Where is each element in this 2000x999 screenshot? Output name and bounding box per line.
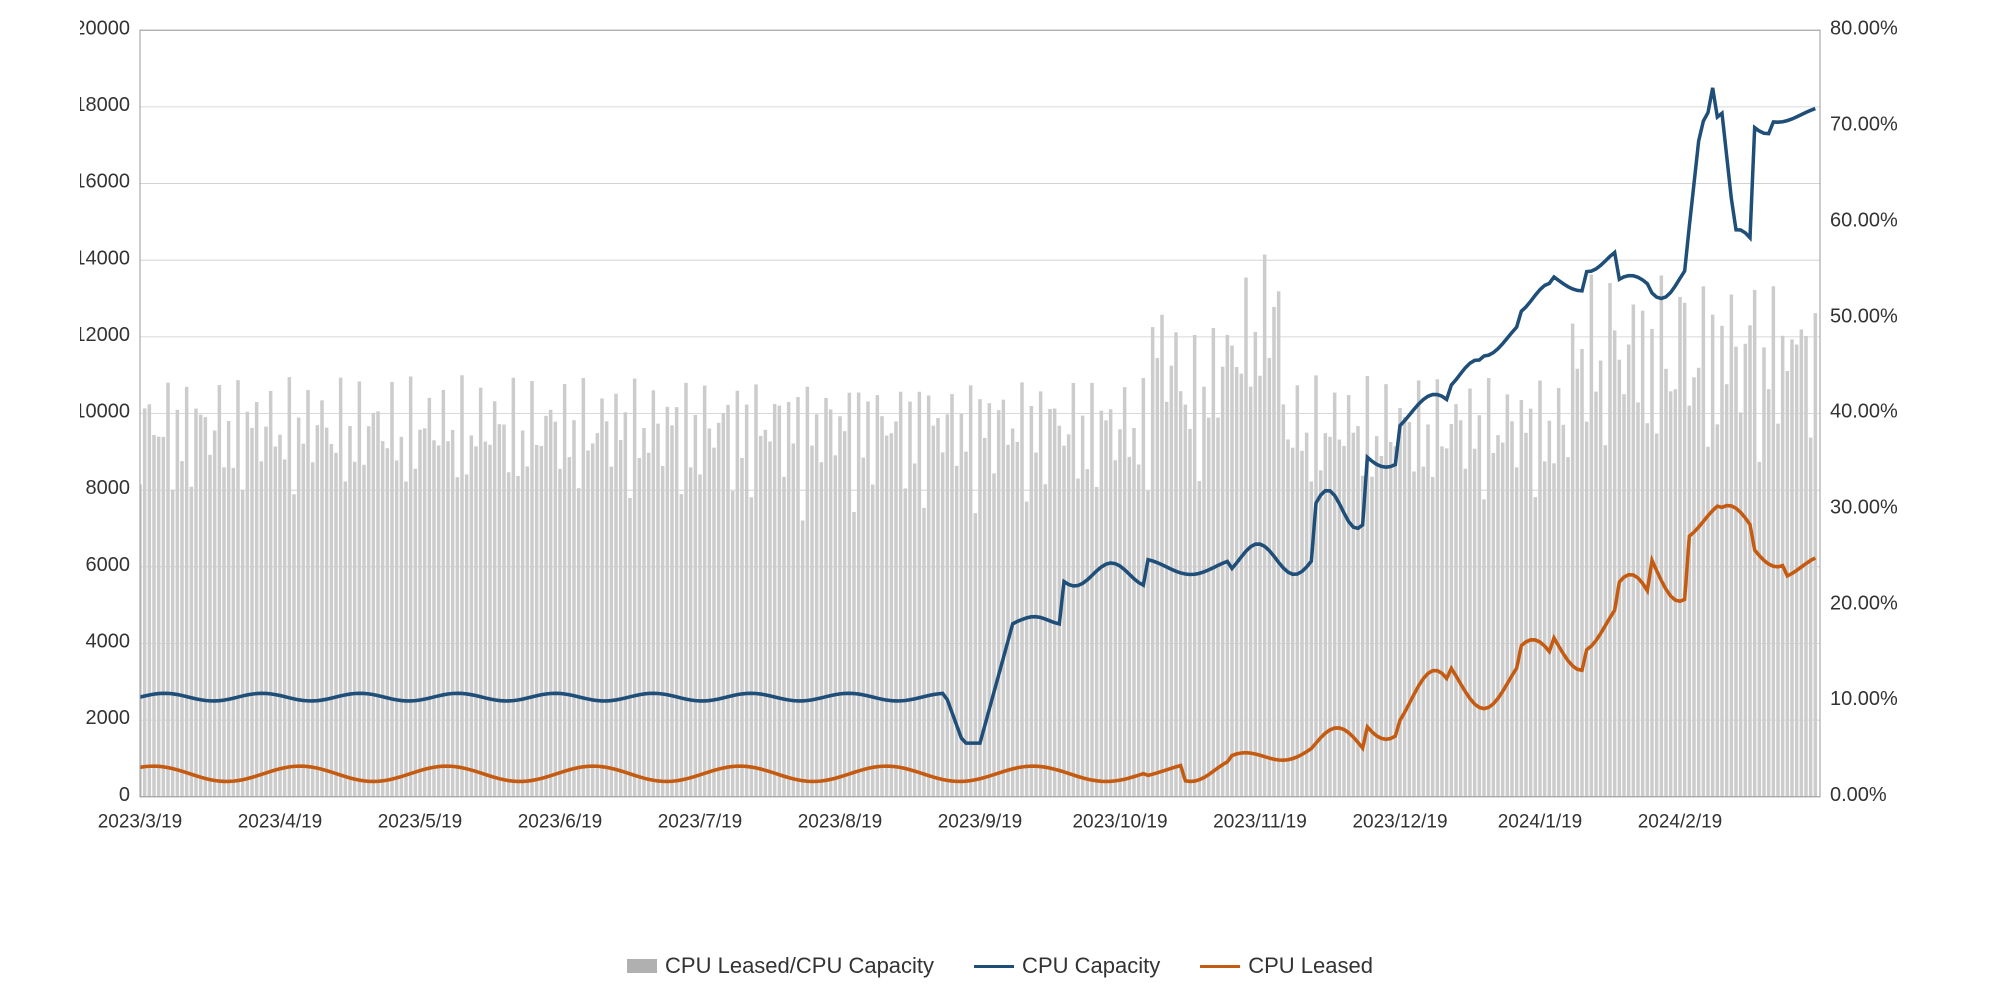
legend-item-leased: CPU Leased [1200, 953, 1373, 979]
legend-blue-icon [974, 965, 1014, 968]
svg-text:16000: 16000 [80, 170, 130, 192]
legend-capacity-label: CPU Capacity [1022, 953, 1160, 979]
svg-text:2023/9/19: 2023/9/19 [938, 811, 1022, 832]
svg-text:50.00%: 50.00% [1830, 305, 1898, 327]
svg-text:2023/11/19: 2023/11/19 [1213, 811, 1307, 832]
legend-bar-icon [627, 959, 657, 973]
svg-text:2023/10/19: 2023/10/19 [1072, 811, 1167, 832]
legend-item-capacity: CPU Capacity [974, 953, 1160, 979]
svg-text:2023/7/19: 2023/7/19 [658, 811, 742, 832]
legend-bars-label: CPU Leased/CPU Capacity [665, 953, 934, 979]
svg-text:10000: 10000 [80, 400, 130, 422]
svg-text:2023/5/19: 2023/5/19 [378, 811, 462, 832]
svg-text:80.00%: 80.00% [1830, 20, 1898, 39]
svg-text:6000: 6000 [86, 554, 130, 576]
svg-text:0.00%: 0.00% [1830, 784, 1887, 806]
chart-svg: 0 2000 4000 6000 8000 10000 12000 14000 … [80, 20, 1920, 899]
legend-orange-icon [1200, 965, 1240, 968]
svg-text:2023/6/19: 2023/6/19 [518, 811, 602, 832]
legend-item-bars: CPU Leased/CPU Capacity [627, 953, 934, 979]
svg-text:2023/4/19: 2023/4/19 [238, 811, 322, 832]
svg-text:8000: 8000 [86, 477, 130, 499]
svg-text:40.00%: 40.00% [1830, 400, 1898, 422]
svg-text:14000: 14000 [80, 247, 130, 269]
svg-text:12000: 12000 [80, 324, 130, 346]
bars-group [138, 255, 1817, 797]
svg-text:60.00%: 60.00% [1830, 209, 1898, 231]
svg-text:20.00%: 20.00% [1830, 593, 1898, 615]
svg-text:2023/12/19: 2023/12/19 [1352, 811, 1447, 832]
svg-text:18000: 18000 [80, 94, 130, 116]
svg-text:4000: 4000 [86, 630, 130, 652]
legend-leased-label: CPU Leased [1248, 953, 1373, 979]
svg-text:0: 0 [119, 784, 130, 806]
chart-container: 0 2000 4000 6000 8000 10000 12000 14000 … [0, 0, 2000, 999]
svg-text:2024/2/19: 2024/2/19 [1638, 811, 1722, 832]
svg-text:70.00%: 70.00% [1830, 113, 1898, 135]
svg-text:10.00%: 10.00% [1830, 688, 1898, 710]
svg-text:2000: 2000 [86, 707, 130, 729]
legend: CPU Leased/CPU Capacity CPU Capacity CPU… [627, 953, 1373, 979]
svg-text:2023/8/19: 2023/8/19 [798, 811, 882, 832]
svg-text:2024/1/19: 2024/1/19 [1498, 811, 1582, 832]
svg-text:30.00%: 30.00% [1830, 496, 1898, 518]
svg-text:2023/3/19: 2023/3/19 [98, 811, 182, 832]
svg-text:20000: 20000 [80, 20, 130, 39]
